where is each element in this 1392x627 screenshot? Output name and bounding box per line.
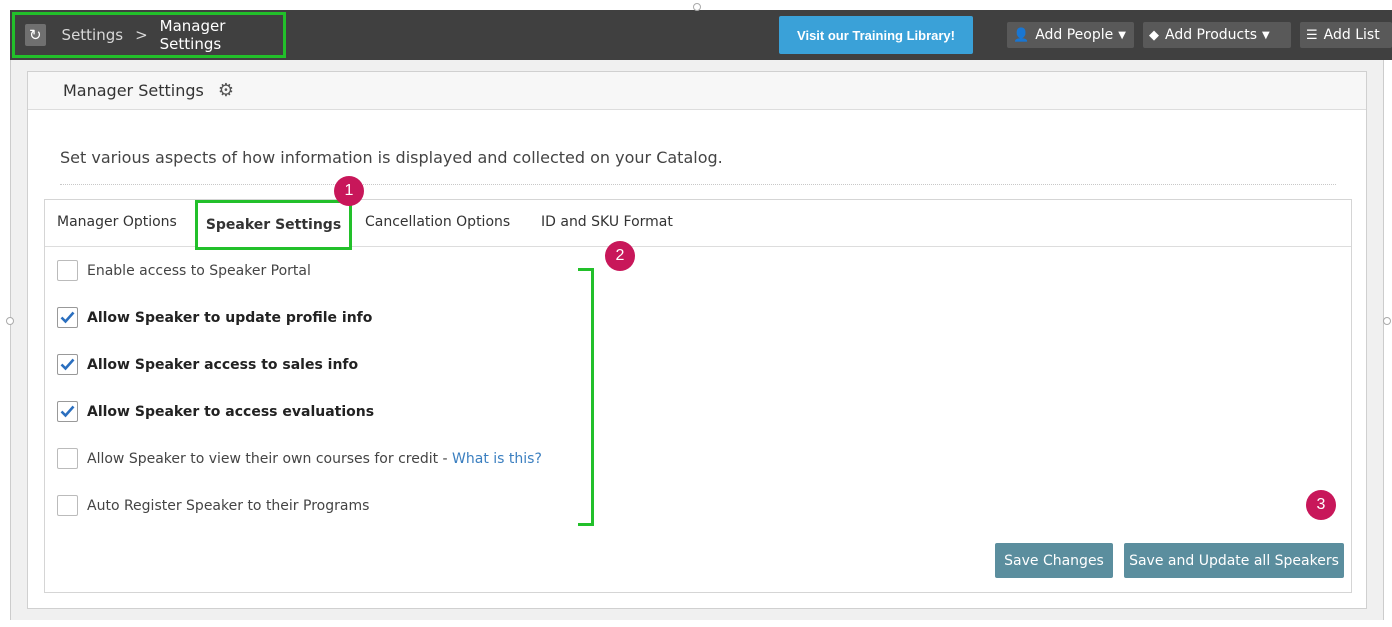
annotation-marker-3: 3 (1306, 490, 1336, 520)
annotation-marker-2: 2 (605, 241, 635, 271)
option-label: Allow Speaker to update profile info (87, 309, 373, 326)
resize-handle (693, 3, 701, 11)
option-label: Auto Register Speaker to their Programs (87, 497, 370, 514)
checkmark-icon (60, 311, 75, 324)
panel-description: Set various aspects of how information i… (60, 148, 723, 167)
breadcrumb-separator: > (135, 26, 148, 44)
resize-handle (1383, 317, 1391, 325)
box-icon: ◆ (1149, 27, 1159, 43)
option-update-profile[interactable]: Allow Speaker to update profile info (57, 307, 372, 328)
option-label: Allow Speaker access to sales info (87, 356, 359, 373)
top-bar: ↻ Settings > Manager Settings Visit our … (10, 10, 1392, 60)
add-people-button[interactable]: 👤 Add People ▼ (1007, 22, 1134, 48)
option-label-text: Allow Speaker to view their own courses … (87, 450, 453, 467)
panel-header: Manager Settings ⚙ (28, 72, 1366, 110)
highlight-bracket (578, 268, 594, 526)
settings-panel: Manager Settings ⚙ Set various aspects o… (27, 71, 1367, 609)
checkbox[interactable] (57, 260, 78, 281)
resize-handle (6, 317, 14, 325)
tab-speaker-settings[interactable]: Speaker Settings (195, 200, 352, 250)
breadcrumb-settings[interactable]: Settings (62, 26, 124, 44)
tab-panel: Manager Options Speaker Settings Cancell… (44, 199, 1352, 593)
add-list-label: Add List (1323, 27, 1380, 43)
option-auto-register[interactable]: Auto Register Speaker to their Programs (57, 495, 369, 516)
tab-cancellation-options[interactable]: Cancellation Options (365, 214, 510, 230)
checkbox-checked[interactable] (57, 401, 78, 422)
add-products-label: Add Products (1165, 27, 1258, 43)
caret-down-icon: ▼ (1262, 29, 1270, 41)
breadcrumb: ↻ Settings > Manager Settings (12, 12, 286, 58)
option-label: Allow Speaker to view their own courses … (87, 451, 542, 467)
option-evaluations[interactable]: Allow Speaker to access evaluations (57, 401, 374, 422)
what-is-this-link[interactable]: What is this? (452, 451, 542, 467)
checkbox-checked[interactable] (57, 354, 78, 375)
option-enable-speaker-portal[interactable]: Enable access to Speaker Portal (57, 260, 311, 281)
panel-title: Manager Settings (63, 81, 204, 100)
option-label: Enable access to Speaker Portal (87, 262, 311, 279)
breadcrumb-current: Manager Settings (159, 17, 226, 53)
option-sales-info[interactable]: Allow Speaker access to sales info (57, 354, 358, 375)
training-library-button[interactable]: Visit our Training Library! (779, 16, 973, 54)
option-view-own-courses[interactable]: Allow Speaker to view their own courses … (57, 448, 542, 469)
tab-manager-options[interactable]: Manager Options (57, 214, 177, 230)
checkmark-icon (60, 405, 75, 418)
option-label: Allow Speaker to access evaluations (87, 403, 375, 420)
gears-icon: ⚙ (217, 80, 234, 100)
annotation-marker-1: 1 (334, 176, 364, 206)
add-people-label: Add People (1035, 27, 1114, 43)
save-update-all-button[interactable]: Save and Update all Speakers (1124, 543, 1344, 578)
add-products-button[interactable]: ◆ Add Products ▼ (1143, 22, 1291, 48)
divider (60, 184, 1336, 185)
add-list-button[interactable]: ☰ Add List (1300, 22, 1392, 48)
person-icon: 👤 (1013, 27, 1030, 43)
tab-id-sku-format[interactable]: ID and SKU Format (541, 214, 673, 230)
save-changes-button[interactable]: Save Changes (995, 543, 1113, 578)
checkbox[interactable] (57, 448, 78, 469)
checkbox[interactable] (57, 495, 78, 516)
list-icon: ☰ (1306, 27, 1318, 43)
checkbox-checked[interactable] (57, 307, 78, 328)
caret-down-icon: ▼ (1118, 29, 1126, 41)
tab-bar: Manager Options Speaker Settings Cancell… (45, 200, 1351, 250)
checkmark-icon (60, 358, 75, 371)
page-container: Manager Settings ⚙ Set various aspects o… (10, 60, 1384, 620)
refresh-icon[interactable]: ↻ (25, 24, 46, 46)
